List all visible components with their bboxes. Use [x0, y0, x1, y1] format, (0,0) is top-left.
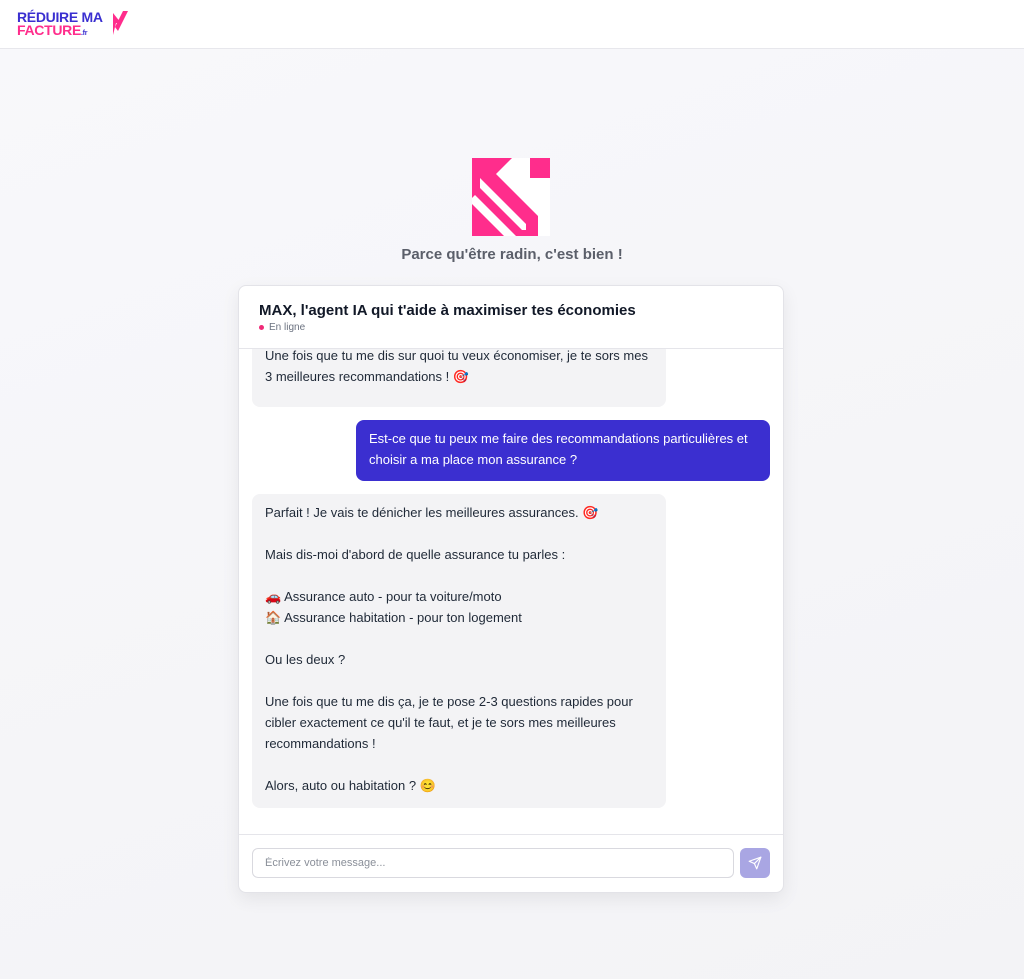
- message-list[interactable]: Une fois que tu me dis sur quoi tu veux …: [239, 349, 783, 834]
- status-indicator: En ligne: [259, 322, 305, 333]
- message-text: Est-ce que tu peux me faire des recomman…: [369, 431, 748, 467]
- chat-header: MAX, l'agent IA qui t'aide à maximiser t…: [239, 286, 783, 349]
- message-text: Mais dis-moi d'abord de quelle assurance…: [265, 547, 566, 562]
- bot-message: Parfait ! Je vais te dénicher les meille…: [252, 494, 666, 808]
- message-text: Parfait ! Je vais te dénicher les meille…: [265, 505, 599, 520]
- chat-window: MAX, l'agent IA qui t'aide à maximiser t…: [238, 285, 784, 893]
- message-option-habitation: 🏠 Assurance habitation - pour ton logeme…: [265, 610, 522, 625]
- send-icon: [748, 856, 762, 870]
- message-text: Alors, auto ou habitation ? 😊: [265, 778, 436, 793]
- logo-line-2: FACTURE.fr: [17, 23, 87, 41]
- bot-message: Une fois que tu me dis sur quoi tu veux …: [252, 349, 666, 407]
- tagline: Parce qu'être radin, c'est bien !: [401, 246, 623, 263]
- brand-logo[interactable]: RÉDUIRE MA FACTURE.fr: [17, 8, 132, 42]
- logo-line-2-text: FACTURE: [17, 22, 82, 38]
- brand-arrow-icon: [472, 158, 550, 236]
- top-bar: RÉDUIRE MA FACTURE.fr: [0, 0, 1024, 49]
- logo-tld: .fr: [81, 30, 88, 37]
- status-dot: [259, 325, 264, 330]
- message-option-auto: 🚗 Assurance auto - pour ta voiture/moto: [265, 589, 502, 604]
- message-input[interactable]: [252, 848, 734, 878]
- status-label: En ligne: [269, 322, 306, 333]
- message-text: Ou les deux ?: [265, 652, 346, 667]
- composer: [239, 834, 783, 892]
- send-button[interactable]: [740, 848, 770, 878]
- chat-title: MAX, l'agent IA qui t'aide à maximiser t…: [259, 302, 636, 319]
- user-message: Est-ce que tu peux me faire des recomman…: [356, 420, 770, 481]
- message-text: Une fois que tu me dis ça, je te pose 2-…: [265, 694, 633, 751]
- logo-arrow-icon: [113, 11, 128, 35]
- message-text: Une fois que tu me dis sur quoi tu veux …: [265, 349, 648, 384]
